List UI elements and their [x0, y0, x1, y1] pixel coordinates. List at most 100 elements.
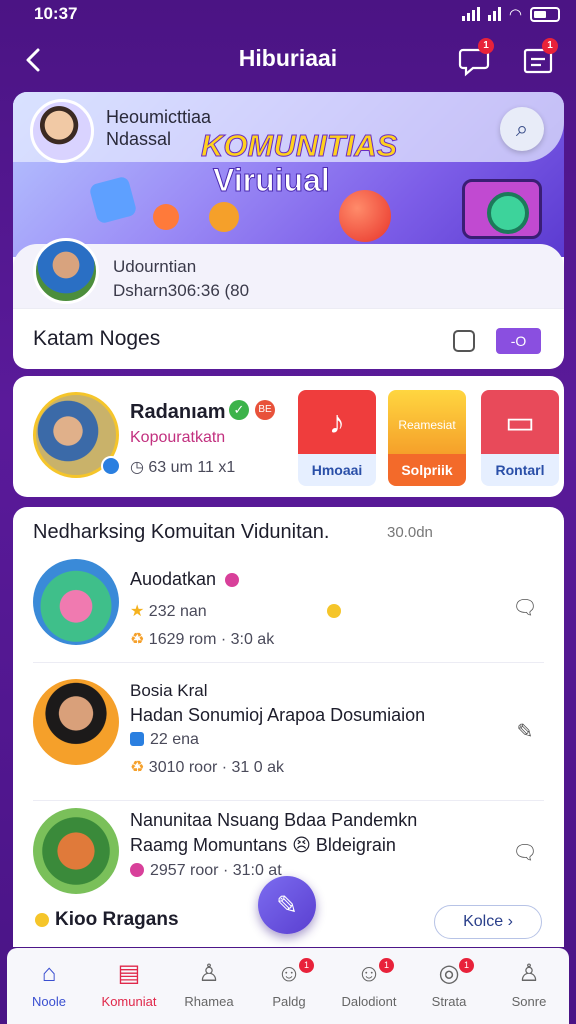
- divider: [33, 662, 544, 663]
- banner-title-line1: KOMUNITIAS: [200, 128, 398, 164]
- avatar-status-icon: [101, 456, 121, 476]
- inbox-badge: 1: [542, 38, 558, 54]
- list-item-avatar: [33, 559, 119, 645]
- calendar-icon: [130, 732, 144, 746]
- see-more-button[interactable]: Kolce ›: [434, 905, 542, 939]
- recycle-icon: ♻: [130, 759, 149, 776]
- inbox-button[interactable]: 1: [520, 38, 558, 78]
- more-communities-text: Kioo Rragans: [55, 909, 179, 930]
- clock-icon: ◷: [130, 459, 149, 476]
- section-label: Katam Noges: [33, 327, 161, 350]
- star-icon: ★: [130, 603, 149, 620]
- banner-title-line2: Viruiual: [213, 162, 331, 199]
- tab-discover[interactable]: ☺ 1 Dalodiont: [329, 948, 409, 1024]
- list-item-avatar: [33, 808, 119, 894]
- emoji-ball-icon: [339, 190, 391, 242]
- tab-chat[interactable]: ☺ 1 Paldg: [249, 948, 329, 1024]
- decor-shape: [88, 175, 138, 225]
- search-button[interactable]: ⌕: [500, 107, 544, 151]
- tile-chat[interactable]: ▭ Rontarl: [481, 390, 559, 486]
- profile-name: Radanıam: [130, 401, 226, 423]
- signal-2-icon: [487, 7, 501, 21]
- tab-badge: 1: [299, 958, 314, 973]
- profile-stats: ◷ 63 um 11 x1: [130, 457, 235, 477]
- tab-label: Noole: [32, 994, 66, 1009]
- profile-subtitle: Kopouratkatn: [130, 429, 226, 446]
- list-item[interactable]: Bosia Kral Hadan Sonumioj Arapoa Dosumia…: [13, 671, 564, 811]
- list-item-meta2: ♻ 3010 roor · 31 0 ak: [130, 757, 284, 777]
- list-item-meta1-text: 2957 roor · 31:0 at: [150, 862, 282, 879]
- list-extra: 30.0dn: [387, 524, 433, 541]
- list-item-meta2-text: 3010 roor · 31 0 ak: [148, 759, 284, 776]
- sport-icon: Reamesiat: [388, 390, 466, 454]
- badge-icon: [225, 573, 240, 587]
- section-row: Katam Noges -O: [13, 308, 564, 369]
- user-avatar[interactable]: [33, 238, 99, 304]
- tab-label: Paldg: [272, 994, 306, 1009]
- comment-icon[interactable]: 🗨: [512, 595, 538, 621]
- recycle-icon: ♻: [130, 631, 149, 648]
- compose-fab[interactable]: ✎: [258, 876, 316, 934]
- list-item-title: Nanunitaa Nsuang Bdaa Pandemkn: [130, 810, 418, 830]
- tile-label: Rontarl: [481, 454, 559, 486]
- notification-button[interactable]: 1: [456, 38, 494, 78]
- list-item-meta2: ♻ 1629 rom · 3:0 ak: [130, 629, 274, 649]
- list-item-title: Bosia Kral: [130, 681, 208, 700]
- profile-icon: ♙: [518, 960, 540, 987]
- tile-label: Hmoaai: [298, 454, 376, 486]
- tile-art-text: Reamesiat: [398, 418, 456, 432]
- emoji-icon: [35, 913, 49, 927]
- tab-label: Strata: [431, 994, 467, 1009]
- list-item-meta1: ★ 232 nan: [130, 601, 347, 621]
- profile-badge: BE: [255, 400, 275, 420]
- user-name: Udourntian: [113, 257, 197, 276]
- tile-music[interactable]: ♪ Hmoaai: [298, 390, 376, 486]
- host-subtitle: Ndassal: [106, 129, 172, 149]
- list-item[interactable]: Auodatkan ★ 232 nan ♻ 1629 rom · 3:0 ak …: [13, 551, 564, 691]
- profile-stats-text: 63 um 11 x1: [148, 459, 236, 476]
- tab-label: Komuniat: [101, 994, 157, 1009]
- list-item-meta1-text: 22 ena: [150, 731, 199, 748]
- profile-card: Radanıam ✓ BE Kopouratkatn ◷ 63 um 11 x1…: [13, 376, 564, 497]
- status-icons: ◠: [461, 5, 560, 23]
- host-name: Heoumicttiaa: [106, 107, 212, 127]
- verified-icon: ✓: [229, 400, 249, 420]
- list-item-avatar: [33, 679, 119, 765]
- tv-icon: [462, 179, 542, 239]
- banner-card: KOMUNITIAS Viruiual Heoumicttiaa Ndassal…: [13, 92, 564, 369]
- notification-badge: 1: [478, 38, 494, 54]
- list-item-meta1-text: 232 nan: [148, 603, 207, 620]
- tab-home[interactable]: ⌂ Noole: [9, 948, 89, 1024]
- list-item-subtitle: Hadan Sonumioj Arapoa Dosumiaion: [130, 705, 426, 725]
- tab-label: Dalodiont: [341, 994, 397, 1009]
- tab-badge: 1: [379, 958, 394, 973]
- status-bar: 10:37 ◠: [0, 0, 576, 28]
- tile-label: Solpriik: [388, 454, 466, 486]
- tab-people[interactable]: ♙ Rhamea: [169, 948, 249, 1024]
- tab-stories[interactable]: ◎ 1 Strata: [409, 948, 489, 1024]
- check-square-icon[interactable]: [453, 330, 475, 352]
- tab-label: Rhamea: [184, 994, 234, 1009]
- community-icon: ▤: [117, 960, 141, 987]
- list-item-title-text: Auodatkan: [130, 569, 217, 589]
- person-icon: ♙: [198, 960, 220, 987]
- host-avatar[interactable]: [30, 99, 94, 163]
- signal-icon: [461, 7, 480, 21]
- list-item-meta1: 22 ena: [130, 731, 199, 749]
- tab-label: Sonre: [511, 994, 547, 1009]
- tile-sport[interactable]: Reamesiat Solpriik: [388, 390, 466, 486]
- tab-community[interactable]: ▤ Komuniat: [89, 948, 169, 1024]
- banner-image[interactable]: KOMUNITIAS Viruiual Heoumicttiaa Ndassal…: [13, 92, 564, 257]
- wifi-icon: ◠: [508, 6, 522, 23]
- share-icon[interactable]: ✎: [512, 719, 538, 745]
- comment-icon[interactable]: 🗨: [512, 840, 538, 866]
- toggle-button[interactable]: -O: [496, 328, 541, 354]
- tab-badge: 1: [459, 958, 474, 973]
- list-heading: Nedharksing Komuitan Vidunitan.: [33, 521, 330, 543]
- battery-icon: [530, 6, 560, 22]
- tab-profile[interactable]: ♙ Sonre: [489, 948, 569, 1024]
- tab-bar: ⌂ Noole ▤ Komuniat ♙ Rhamea ☺ 1 Paldg ☺ …: [7, 948, 569, 1024]
- coin-icon: [326, 604, 341, 618]
- user-stats: Dsharn306:36 (80: [113, 281, 250, 300]
- home-icon: ⌂: [41, 960, 57, 987]
